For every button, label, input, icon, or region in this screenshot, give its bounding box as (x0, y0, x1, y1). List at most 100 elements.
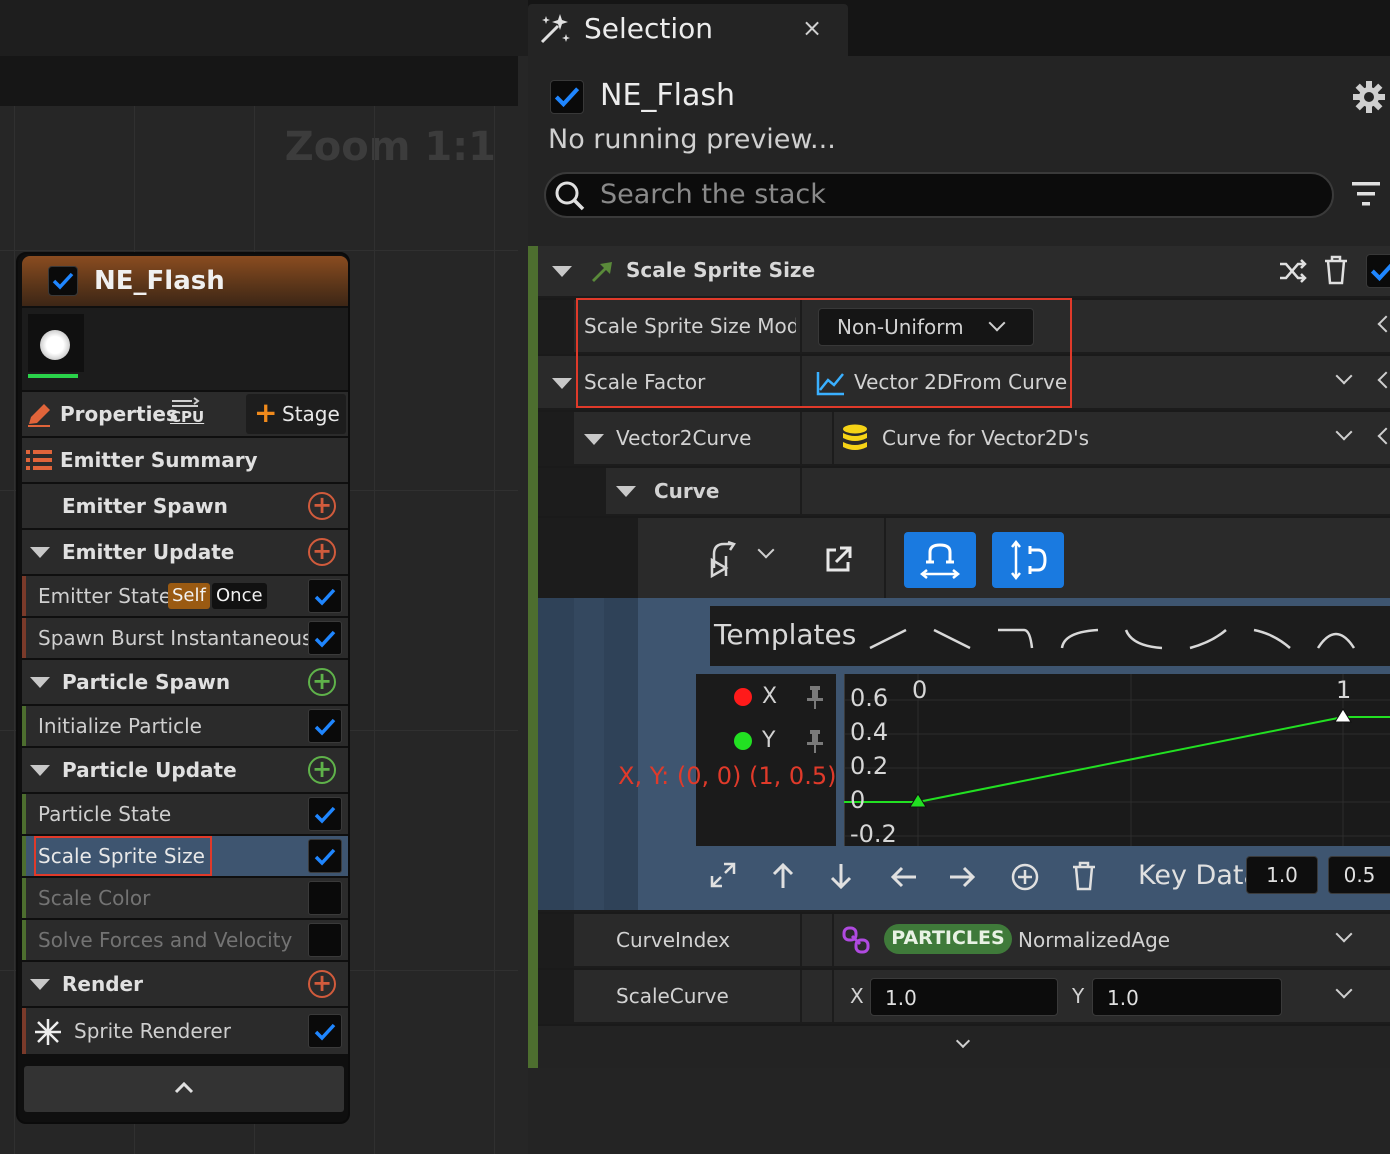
scale-color-label: Scale Color (38, 886, 151, 910)
chevron-down-icon[interactable] (955, 1033, 971, 1049)
arrow-right-icon[interactable] (948, 864, 976, 890)
stack-footer[interactable] (538, 1024, 1390, 1068)
fit-icon[interactable] (710, 862, 736, 888)
vector2curve-row[interactable]: Vector2Curve Curve for Vector2D's (538, 410, 1390, 464)
gear-icon[interactable] (1352, 80, 1386, 114)
module-enable-checkbox[interactable] (1366, 254, 1390, 288)
key-time-input[interactable]: 1.0 (1246, 856, 1318, 894)
arrow-left-icon[interactable] (890, 864, 918, 890)
collapse-node-button[interactable] (24, 1066, 344, 1112)
add-renderer-button[interactable]: + (308, 970, 336, 998)
tab-selection[interactable]: Selection × (528, 4, 848, 56)
solve-forces-row[interactable]: Solve Forces and Velocity (22, 920, 348, 960)
trash-icon[interactable] (1322, 254, 1350, 286)
emitter-enable-checkbox[interactable] (550, 80, 584, 114)
collapse-triangle-icon[interactable] (30, 979, 50, 990)
vector2curve-value[interactable]: Curve for Vector2D's (882, 426, 1089, 450)
scale-sprite-size-checkbox[interactable] (308, 839, 342, 873)
chevron-down-icon[interactable] (1335, 925, 1353, 943)
search-icon (555, 181, 585, 211)
curve-editor[interactable]: Templates X Y 0.6 0.4 0.2 0 -0.2 0 1 X, … (538, 598, 1390, 910)
curve-key-marker[interactable] (1334, 708, 1352, 723)
filter-icon[interactable] (1350, 180, 1382, 208)
collapse-triangle-icon[interactable] (30, 765, 50, 776)
collapse-triangle-icon[interactable] (584, 434, 604, 445)
chevron-down-icon[interactable] (1335, 367, 1353, 385)
node-enable-checkbox[interactable] (48, 266, 78, 296)
node-header[interactable]: NE_Flash (22, 256, 348, 306)
curve-row[interactable]: Curve (538, 466, 1390, 514)
particle-update-row[interactable]: Particle Update + (22, 748, 348, 792)
snap-vertical-button[interactable] (992, 532, 1064, 588)
emitter-update-label: Emitter Update (62, 540, 235, 564)
emitter-spawn-row[interactable]: Emitter Spawn + (22, 484, 348, 528)
add-emitter-spawn-button[interactable]: + (308, 492, 336, 520)
scalecurve-row[interactable]: ScaleCurve X 1.0 Y 1.0 (538, 968, 1390, 1022)
snap-horizontal-button[interactable] (904, 532, 976, 588)
graph-top-bar (0, 0, 528, 56)
search-input[interactable]: Search the stack (544, 172, 1334, 218)
reset-arrow-icon[interactable] (1377, 427, 1390, 445)
collapse-triangle-icon[interactable] (616, 486, 636, 497)
node-title: NE_Flash (94, 266, 225, 296)
sprite-renderer-row[interactable]: Sprite Renderer (22, 1008, 348, 1054)
reset-arrow-icon[interactable] (1377, 315, 1390, 333)
sprite-renderer-checkbox[interactable] (308, 1014, 342, 1048)
y-channel-label[interactable]: Y (762, 728, 775, 753)
shuffle-icon[interactable] (1278, 258, 1308, 284)
curve-interp-icon[interactable] (708, 538, 748, 580)
add-key-icon[interactable] (1010, 862, 1040, 892)
emitter-summary-row[interactable]: Emitter Summary (22, 438, 348, 482)
properties-row[interactable]: Properties CPU + Stage (22, 392, 348, 436)
delete-key-icon[interactable] (1070, 860, 1098, 892)
normalized-age-value[interactable]: NormalizedAge (1018, 928, 1170, 952)
collapse-triangle-icon[interactable] (552, 378, 572, 389)
scale-sprite-size-row[interactable]: Scale Sprite Size (22, 836, 348, 876)
chevron-down-icon[interactable] (1335, 981, 1353, 999)
scalecurve-y-label: Y (1072, 984, 1085, 1008)
open-external-icon[interactable] (826, 546, 852, 572)
scalecurve-x-input[interactable]: 1.0 (870, 978, 1058, 1016)
render-row[interactable]: Render + (22, 962, 348, 1006)
chevron-down-icon[interactable] (757, 541, 775, 559)
add-particle-spawn-button[interactable]: + (308, 668, 336, 696)
chevron-down-icon[interactable] (1335, 423, 1353, 441)
initialize-particle-checkbox[interactable] (308, 709, 342, 743)
particle-state-checkbox[interactable] (308, 797, 342, 831)
pin-icon[interactable] (804, 684, 826, 710)
add-emitter-update-button[interactable]: + (308, 538, 336, 566)
scale-color-row[interactable]: Scale Color (22, 878, 348, 918)
x-tick-label: 1 (1336, 676, 1352, 704)
collapse-triangle-icon[interactable] (552, 266, 572, 277)
arrow-down-icon[interactable] (828, 862, 854, 890)
key-data-label: Key Data (1138, 860, 1261, 891)
spawn-burst-row[interactable]: Spawn Burst Instantaneous (22, 618, 348, 658)
add-stage-button[interactable]: + Stage (246, 394, 346, 434)
pin-icon[interactable] (804, 728, 826, 754)
key-value-input[interactable]: 0.5 (1328, 856, 1390, 894)
particle-spawn-row[interactable]: Particle Spawn + (22, 660, 348, 704)
x-channel-label[interactable]: X (762, 684, 777, 709)
emitter-state-checkbox[interactable] (308, 579, 342, 613)
emitter-state-row[interactable]: Emitter State Self Once (22, 576, 348, 616)
module-header[interactable]: Scale Sprite Size (538, 246, 1390, 296)
curve-template-icons[interactable] (862, 616, 1382, 656)
collapse-triangle-icon[interactable] (30, 677, 50, 688)
initialize-particle-row[interactable]: Initialize Particle (22, 706, 348, 746)
scale-color-checkbox[interactable] (308, 881, 342, 915)
emitter-update-row[interactable]: Emitter Update + (22, 530, 348, 574)
reset-arrow-icon[interactable] (1377, 371, 1390, 389)
particle-state-row[interactable]: Particle State (22, 794, 348, 834)
close-icon[interactable]: × (802, 14, 822, 42)
curve-plot[interactable]: 0.6 0.4 0.2 0 -0.2 0 1 (844, 674, 1390, 846)
arrow-up-icon[interactable] (770, 862, 796, 890)
curveindex-row[interactable]: CurveIndex PARTICLES NormalizedAge (538, 912, 1390, 966)
graph-canvas[interactable]: Zoom 1:1 NE_Flash Properties CPU + Stage… (0, 0, 528, 1154)
emitter-thumbnail[interactable] (28, 314, 84, 372)
scalecurve-y-input[interactable]: 1.0 (1092, 978, 1282, 1016)
emitter-node[interactable]: NE_Flash Properties CPU + Stage Emitter … (16, 252, 350, 1124)
add-particle-update-button[interactable]: + (308, 756, 336, 784)
solve-forces-checkbox[interactable] (308, 923, 342, 957)
spawn-burst-checkbox[interactable] (308, 621, 342, 655)
collapse-triangle-icon[interactable] (30, 547, 50, 558)
